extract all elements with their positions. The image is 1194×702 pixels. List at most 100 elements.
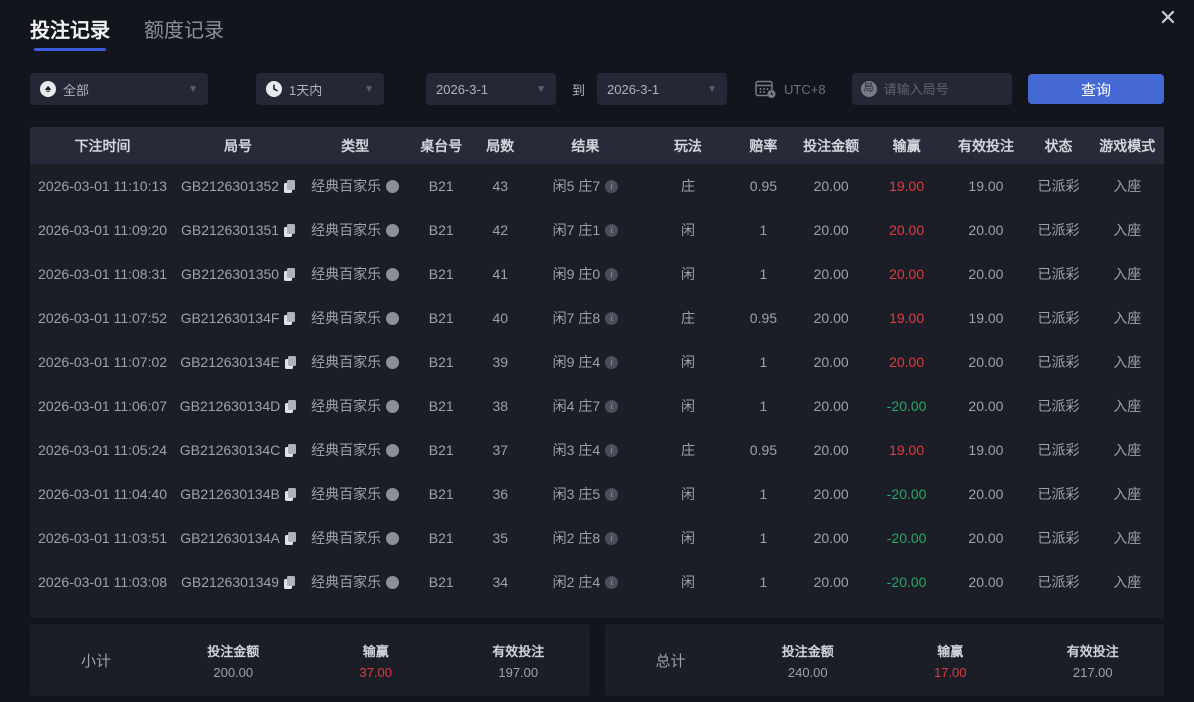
cell-play: 闲: [643, 352, 732, 372]
cell-game-type: 经典百家乐: [301, 572, 409, 592]
cell-win-loss-text: 20.00: [889, 222, 925, 238]
search-button[interactable]: 查询: [1028, 74, 1164, 104]
cell-valid-bet: 20.00: [945, 530, 1026, 546]
cell-game-type: 经典百家乐: [301, 220, 409, 240]
copy-icon[interactable]: [284, 311, 296, 325]
subtotal-valid-label: 有效投注: [492, 643, 545, 659]
info-icon[interactable]: i: [605, 443, 619, 457]
info-icon[interactable]: i: [605, 311, 619, 325]
cell-bet-amount: 20.00: [794, 486, 868, 502]
game-type-icon[interactable]: [386, 179, 400, 193]
cell-round-no: 41: [473, 266, 527, 282]
game-type-icon[interactable]: [386, 355, 400, 369]
game-type-icon[interactable]: [386, 223, 400, 237]
cell-game-type: 经典百家乐: [301, 396, 409, 416]
cell-round-no: 36: [473, 486, 527, 502]
cell-bet-time: 2026-03-01 11:09:20: [30, 222, 175, 238]
copy-icon[interactable]: [285, 443, 297, 457]
subtotal-label: 小计: [80, 652, 111, 670]
cell-result: 闲3 庄4 i: [527, 440, 643, 460]
time-range-dropdown[interactable]: 1天内 ▼: [256, 73, 384, 105]
round-number-field[interactable]: 局: [851, 73, 1012, 105]
date-from-picker[interactable]: 2026-3-1 ▼: [426, 73, 556, 105]
game-type-icon[interactable]: [386, 531, 400, 545]
copy-icon[interactable]: [285, 399, 297, 413]
tab-credit-records[interactable]: 额度记录: [144, 14, 224, 53]
column-header: 类型: [341, 137, 370, 154]
total-label: 总计: [655, 652, 686, 670]
cell-status: 已派彩: [1027, 352, 1091, 372]
info-icon[interactable]: i: [605, 267, 619, 281]
cell-win-loss-text: 20.00: [889, 266, 925, 282]
cell-round-id-text: GB2126301352: [180, 178, 280, 194]
cell-result-text: 闲2 庄8: [552, 530, 601, 546]
cell-valid-bet: 19.00: [945, 178, 1026, 194]
cell-table-no-text: B21: [428, 486, 454, 502]
cell-play-text: 庄: [680, 310, 695, 326]
game-type-icon[interactable]: [386, 575, 400, 589]
cell-round-no: 35: [473, 530, 527, 546]
cell-valid-bet-text: 20.00: [968, 266, 1004, 282]
cell-game-mode-text: 入座: [1113, 530, 1142, 546]
tab-betting-records[interactable]: 投注记录: [30, 14, 110, 53]
cell-result: 闲5 庄7 i: [527, 176, 643, 196]
cell-valid-bet: 20.00: [945, 486, 1026, 502]
date-to-picker[interactable]: 2026-3-1 ▼: [597, 73, 728, 105]
info-icon[interactable]: i: [605, 355, 619, 369]
cell-play-text: 闲: [680, 486, 695, 502]
timezone-label: UTC+8: [784, 81, 826, 97]
cell-bet-amount: 20.00: [794, 222, 868, 238]
info-icon[interactable]: i: [605, 179, 619, 193]
close-icon[interactable]: ✕: [1156, 6, 1180, 30]
game-type-icon[interactable]: [386, 443, 400, 457]
info-icon[interactable]: i: [605, 575, 619, 589]
table-row: 2026-03-01 11:03:08 GB2126301349 经典百家乐 B21 3…: [30, 560, 1164, 604]
cell-bet-time: 2026-03-01 11:05:24: [30, 442, 175, 458]
cell-game-mode-text: 入座: [1113, 310, 1142, 326]
cell-bet-time-text: 2026-03-01 11:03:08: [38, 574, 168, 590]
cell-game-mode: 入座: [1090, 176, 1164, 196]
calendar-clock-icon: [755, 80, 776, 98]
cell-round-no-text: 41: [492, 266, 509, 282]
info-icon[interactable]: i: [605, 399, 619, 413]
cell-valid-bet: 20.00: [945, 398, 1026, 414]
cell-result-text: 闲5 庄7: [552, 178, 601, 194]
info-icon[interactable]: i: [605, 531, 619, 545]
round-number-input[interactable]: [883, 81, 994, 97]
cell-odds: 0.95: [732, 178, 794, 194]
cell-odds: 1: [732, 398, 794, 414]
cell-round-id-text: GB212630134F: [180, 310, 280, 326]
cell-game-mode-text: 入座: [1113, 266, 1142, 282]
cell-game-type-text: 经典百家乐: [311, 354, 382, 370]
cell-valid-bet-text: 19.00: [968, 310, 1004, 326]
copy-icon[interactable]: [284, 355, 296, 369]
game-type-icon[interactable]: [386, 311, 400, 325]
game-type-icon[interactable]: [386, 487, 400, 501]
cell-valid-bet-text: 20.00: [968, 354, 1004, 370]
game-type-icon[interactable]: [386, 399, 400, 413]
copy-icon[interactable]: [284, 223, 296, 237]
copy-icon[interactable]: [284, 575, 296, 589]
game-type-dropdown[interactable]: ♠ 全部 ▼: [30, 73, 208, 105]
info-icon[interactable]: i: [605, 223, 619, 237]
table-body: 2026-03-01 11:10:13 GB2126301352 经典百家乐 B21 4…: [30, 164, 1164, 604]
info-icon[interactable]: i: [605, 487, 619, 501]
cell-game-type-text: 经典百家乐: [311, 398, 382, 414]
cell-bet-amount: 20.00: [794, 266, 868, 282]
cell-play-text: 庄: [680, 442, 695, 458]
copy-icon[interactable]: [284, 267, 296, 281]
cell-table-no: B21: [409, 310, 473, 326]
copy-icon[interactable]: [284, 531, 296, 545]
cell-table-no-text: B21: [428, 310, 454, 326]
cell-result: 闲3 庄5 i: [527, 484, 643, 504]
cell-round-id-text: GB212630134E: [180, 354, 280, 370]
table-header-row: 下注时间 局号 类型 桌台号 局数 结果 玩法 赔率 投注金额 输赢 有效投注 状态 游戏模式: [30, 127, 1164, 164]
cell-result-text: 闲3 庄5: [552, 486, 601, 502]
cell-win-loss-text: 19.00: [889, 442, 925, 458]
subtotal-winloss: 输赢 37.00: [305, 641, 448, 680]
copy-icon[interactable]: [284, 487, 296, 501]
cell-bet-time-text: 2026-03-01 11:06:07: [38, 398, 168, 414]
copy-icon[interactable]: [284, 179, 296, 193]
game-type-icon[interactable]: [386, 267, 400, 281]
cell-result: 闲7 庄8 i: [527, 308, 643, 328]
